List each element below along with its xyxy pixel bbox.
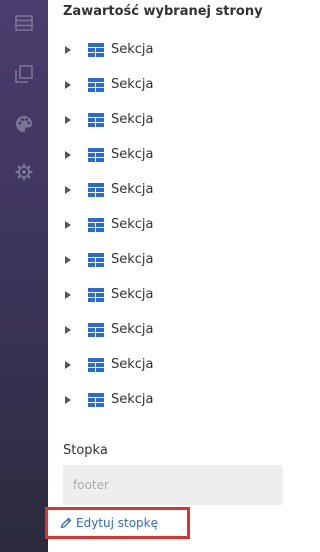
section-label: Sekcja [111,252,154,267]
section-layout-icon [88,322,104,337]
section-label: Sekcja [111,182,154,197]
section-row[interactable]: Sekcja [48,382,283,417]
section-row[interactable]: Sekcja [48,32,283,67]
footer-label: Stopka [63,443,108,458]
expand-caret-icon[interactable] [58,185,78,194]
section-label: Sekcja [111,147,154,162]
section-row[interactable]: Sekcja [48,312,283,347]
section-label: Sekcja [111,77,154,92]
expand-caret-icon[interactable] [58,255,78,264]
panel-title: Zawartość wybranej strony [63,4,263,19]
section-layout-icon [88,357,104,372]
palette-icon[interactable] [12,112,36,136]
pencil-icon [60,517,72,529]
section-layout-icon [88,112,104,127]
section-layout-icon [88,77,104,92]
section-row[interactable]: Sekcja [48,102,283,137]
expand-caret-icon[interactable] [58,80,78,89]
expand-caret-icon[interactable] [58,45,78,54]
settings-icon[interactable] [12,160,36,184]
section-label: Sekcja [111,112,154,127]
expand-caret-icon[interactable] [58,220,78,229]
section-layout-icon [88,287,104,302]
section-layout-icon [88,252,104,267]
pages-icon[interactable] [12,62,36,86]
page-content-panel: Zawartość wybranej strony Sekcja Sekcja Se… [45,0,283,552]
section-row[interactable]: Sekcja [48,347,283,382]
section-row[interactable]: Sekcja [48,172,283,207]
section-list: Sekcja Sekcja Sekcja Sekcja Sekcja Sekcja Sekc… [48,32,283,417]
section-layout-icon [88,147,104,162]
expand-caret-icon[interactable] [58,325,78,334]
expand-caret-icon[interactable] [58,115,78,124]
section-label: Sekcja [111,217,154,232]
section-layout-icon [88,392,104,407]
footer-field[interactable]: footer [63,465,283,505]
section-row[interactable]: Sekcja [48,277,283,312]
section-row[interactable]: Sekcja [48,67,283,102]
section-label: Sekcja [111,42,154,57]
expand-caret-icon[interactable] [58,290,78,299]
section-label: Sekcja [111,287,154,302]
section-layout-icon [88,182,104,197]
section-row[interactable]: Sekcja [48,242,283,277]
menu-icon[interactable] [12,11,36,35]
edit-footer-label: Edytuj stopkę [76,516,159,530]
section-layout-icon [88,42,104,57]
section-row[interactable]: Sekcja [48,207,283,242]
section-row[interactable]: Sekcja [48,137,283,172]
section-layout-icon [88,217,104,232]
edit-footer-link[interactable]: Edytuj stopkę [45,507,190,539]
section-label: Sekcja [111,322,154,337]
expand-caret-icon[interactable] [58,395,78,404]
section-label: Sekcja [111,357,154,372]
left-icon-rail [0,0,48,552]
expand-caret-icon[interactable] [58,360,78,369]
expand-caret-icon[interactable] [58,150,78,159]
section-label: Sekcja [111,392,154,407]
